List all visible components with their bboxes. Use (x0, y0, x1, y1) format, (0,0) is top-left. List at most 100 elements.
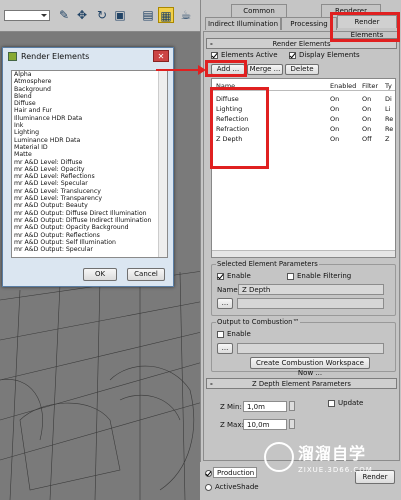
combustion-enable-checkbox[interactable]: Enable (217, 330, 251, 338)
table-row[interactable]: Reflection On On Re (212, 115, 395, 125)
activeshade-radio[interactable]: ActiveShade (205, 483, 259, 491)
render-icon[interactable]: ☕ (178, 7, 194, 23)
zmin-spinner[interactable] (289, 401, 295, 411)
table-row[interactable]: Lighting On On Li (212, 105, 395, 115)
list-item[interactable]: Hair and Fur (12, 107, 167, 114)
cell-filter: On (362, 95, 372, 103)
list-item[interactable]: Illuminance HDR Data (12, 115, 167, 122)
production-dropdown[interactable]: Production (213, 467, 257, 478)
cancel-button[interactable]: Cancel (127, 268, 165, 281)
column-header-enabled[interactable]: Enabled (330, 82, 356, 90)
radio-dot (205, 469, 212, 477)
selection-filter-dropdown[interactable] (4, 10, 50, 21)
browse-output-button[interactable]: ... (217, 298, 233, 309)
add-button[interactable]: Add ... (211, 64, 245, 75)
tab-processing[interactable]: Processing (281, 17, 337, 30)
render-setup-panel: Common Renderer Indirect Illumination Pr… (200, 0, 401, 500)
z-depth-rollout[interactable]: -Z Depth Element Parameters (206, 378, 397, 389)
merge-button[interactable]: Merge ... (247, 64, 283, 75)
main-toolbar: ✎ ✥ ↻ ▣ ▤ ▦ ☕ (0, 0, 210, 32)
cell-filter: On (362, 105, 372, 113)
table-hscrollbar[interactable] (212, 250, 395, 257)
checkbox-box (328, 399, 335, 407)
column-header-filter[interactable]: Filter (362, 82, 378, 90)
list-item[interactable]: mr A&D Level: Translucency (12, 188, 167, 195)
enable-checkbox[interactable]: Enable (217, 272, 251, 280)
list-item[interactable]: mr A&D Level: Specular (12, 180, 167, 187)
list-item[interactable]: Alpha (12, 71, 167, 78)
scale-icon[interactable]: ▣ (112, 7, 128, 23)
list-item[interactable]: mr A&D Output: Diffuse Indirect Illumina… (12, 217, 167, 224)
cell-enabled: On (330, 115, 340, 123)
elements-table[interactable]: Name Enabled Filter Ty Diffuse On On Di Ligh… (211, 78, 396, 258)
checkbox-label: Elements Active (221, 51, 278, 59)
list-item[interactable]: Blend (12, 93, 167, 100)
elements-active-checkbox[interactable]: Elements Active (211, 51, 278, 59)
checkbox-box (287, 272, 294, 280)
cell-enabled: On (330, 125, 340, 133)
render-setup-icon[interactable]: ▤ (140, 7, 156, 23)
output-path-field[interactable] (237, 298, 384, 309)
table-row[interactable]: Refraction On On Re (212, 125, 395, 135)
column-header-name[interactable]: Name (216, 82, 235, 90)
list-item[interactable]: mr A&D Output: Self Illumination (12, 239, 167, 246)
table-row[interactable]: Diffuse On On Di (212, 95, 395, 105)
cell-filter: On (362, 115, 372, 123)
column-header-type[interactable]: Ty (385, 82, 392, 90)
rotate-icon[interactable]: ↻ (94, 7, 110, 23)
element-type-list[interactable]: Alpha Atmosphere Background Blend Diffuse Hai… (11, 70, 168, 258)
list-item[interactable]: mr A&D Level: Transparency (12, 195, 167, 202)
name-field[interactable]: Z Depth (238, 284, 384, 295)
radio-label: ActiveShade (215, 483, 259, 491)
dialog-title: Render Elements (21, 52, 90, 61)
list-item[interactable]: mr A&D Level: Opacity (12, 166, 167, 173)
checkbox-box (211, 51, 218, 59)
rendered-frame-icon[interactable]: ▦ (158, 7, 174, 23)
list-item[interactable]: mr A&D Level: Diffuse (12, 159, 167, 166)
list-item[interactable]: mr A&D Output: Specular (12, 246, 167, 253)
update-checkbox[interactable]: Update (328, 399, 363, 407)
zmin-field[interactable]: 1,0m (243, 401, 287, 412)
display-elements-checkbox[interactable]: Display Elements (289, 51, 360, 59)
list-item[interactable]: mr A&D Output: Diffuse Direct Illuminati… (12, 210, 167, 217)
edit-named-sets-icon[interactable]: ✎ (56, 7, 72, 23)
enable-filtering-checkbox[interactable]: Enable Filtering (287, 272, 351, 280)
table-row[interactable]: Z Depth On Off Z (212, 135, 395, 145)
list-item[interactable]: mr A&D Level: Reflections (12, 173, 167, 180)
list-item[interactable]: Luminance HDR Data (12, 137, 167, 144)
list-item[interactable]: Lighting (12, 129, 167, 136)
list-item[interactable]: Ink (12, 122, 167, 129)
list-item[interactable]: mr A&D Output: Beauty (12, 202, 167, 209)
combustion-path-field[interactable] (237, 343, 384, 354)
list-item[interactable]: Material ID (12, 144, 167, 151)
list-scrollbar[interactable] (158, 71, 167, 257)
list-item[interactable]: Background (12, 86, 167, 93)
checkbox-box (217, 272, 224, 280)
group-title: Output to Combustion™ (216, 318, 301, 326)
list-item[interactable]: Matte (12, 151, 167, 158)
radio-dot (205, 483, 212, 491)
cell-enabled: On (330, 105, 340, 113)
cell-name: Reflection (216, 115, 249, 123)
checkbox-label: Enable (227, 272, 251, 280)
render-elements-rollout[interactable]: - Render Elements (206, 38, 397, 49)
list-item[interactable]: Diffuse (12, 100, 167, 107)
tab-indirect-illumination[interactable]: Indirect Illumination (205, 17, 281, 30)
list-item[interactable]: Atmosphere (12, 78, 167, 85)
cell-filter: Off (362, 135, 372, 143)
combustion-browse-button[interactable]: ... (217, 343, 233, 354)
cell-name: Z Depth (216, 135, 243, 143)
ok-button[interactable]: OK (83, 268, 117, 281)
cell-filter: On (362, 125, 372, 133)
zmax-spinner[interactable] (289, 419, 295, 429)
list-item[interactable]: mr A&D Output: Opacity Background (12, 224, 167, 231)
tab-render-elements[interactable]: Render Elements (337, 15, 397, 39)
delete-button[interactable]: Delete (285, 64, 319, 75)
create-combustion-workspace-button[interactable]: Create Combustion Workspace Now ... (250, 357, 370, 377)
zmax-field[interactable]: 10,0m (243, 419, 287, 430)
list-item[interactable]: mr A&D Output: Reflections (12, 232, 167, 239)
tab-common[interactable]: Common (231, 4, 287, 17)
cell-enabled: On (330, 95, 340, 103)
move-icon[interactable]: ✥ (74, 7, 90, 23)
cell-name: Lighting (216, 105, 243, 113)
